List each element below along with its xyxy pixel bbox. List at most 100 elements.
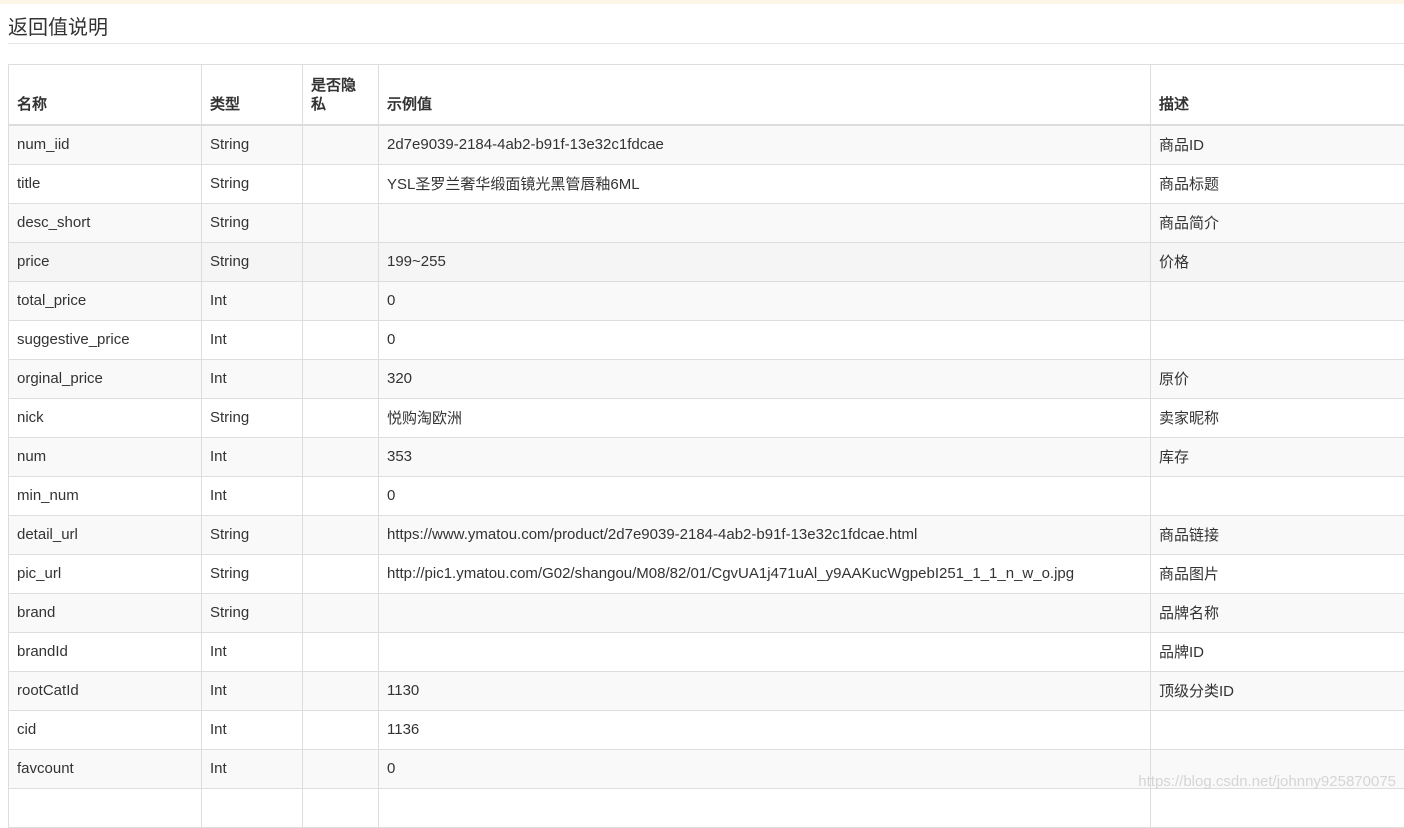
cell-desc — [1151, 788, 1404, 827]
cell-type: Int — [202, 749, 303, 788]
cell-type: String — [202, 515, 303, 554]
cell-private — [303, 476, 379, 515]
cell-desc: 商品标题 — [1151, 164, 1404, 203]
table-row: orginal_priceInt320原价 — [9, 359, 1404, 398]
cell-example — [379, 632, 1151, 671]
cell-desc: 商品图片 — [1151, 554, 1404, 593]
table-row: priceString199~255价格 — [9, 242, 1404, 281]
cell-private — [303, 359, 379, 398]
cell-type: Int — [202, 671, 303, 710]
header-name: 名称 — [9, 65, 202, 125]
cell-private — [303, 515, 379, 554]
cell-type: Int — [202, 710, 303, 749]
table-row: pic_urlStringhttp://pic1.ymatou.com/G02/… — [9, 554, 1404, 593]
cell-private — [303, 788, 379, 827]
table-row: rootCatIdInt1130顶级分类ID — [9, 671, 1404, 710]
cell-desc — [1151, 476, 1404, 515]
cell-name: rootCatId — [9, 671, 202, 710]
cell-private — [303, 164, 379, 203]
cell-type: String — [202, 203, 303, 242]
table-body: num_iidString2d7e9039-2184-4ab2-b91f-13e… — [9, 125, 1404, 828]
cell-private — [303, 125, 379, 165]
header-type: 类型 — [202, 65, 303, 125]
cell-example — [379, 593, 1151, 632]
table-header-row: 名称 类型 是否隐私 示例值 描述 — [9, 65, 1404, 125]
cell-type: String — [202, 164, 303, 203]
cell-type: Int — [202, 632, 303, 671]
cell-example: 1130 — [379, 671, 1151, 710]
cell-desc: 原价 — [1151, 359, 1404, 398]
cell-name: brandId — [9, 632, 202, 671]
cell-example: 320 — [379, 359, 1151, 398]
cell-private — [303, 242, 379, 281]
cell-type: String — [202, 593, 303, 632]
cell-name: total_price — [9, 281, 202, 320]
cell-example: 0 — [379, 320, 1151, 359]
cell-private — [303, 203, 379, 242]
cell-private — [303, 749, 379, 788]
cell-name: min_num — [9, 476, 202, 515]
cell-example: https://www.ymatou.com/product/2d7e9039-… — [379, 515, 1151, 554]
table-row: detail_urlString https://www.ymatou.com/p… — [9, 515, 1404, 554]
cell-desc — [1151, 320, 1404, 359]
cell-example: 悦购淘欧洲 — [379, 398, 1151, 437]
cell-type: Int — [202, 320, 303, 359]
header-example: 示例值 — [379, 65, 1151, 125]
cell-private — [303, 671, 379, 710]
cell-name: favcount — [9, 749, 202, 788]
cell-type: String — [202, 242, 303, 281]
cell-desc: 品牌ID — [1151, 632, 1404, 671]
cell-example: 2d7e9039-2184-4ab2-b91f-13e32c1fdcae — [379, 125, 1151, 165]
cell-private — [303, 710, 379, 749]
table-row: titleString YSL圣罗兰奢华缎面镜光黑管唇釉6ML商品标题 — [9, 164, 1404, 203]
cell-example — [379, 203, 1151, 242]
cell-example: YSL圣罗兰奢华缎面镜光黑管唇釉6ML — [379, 164, 1151, 203]
cell-desc: 价格 — [1151, 242, 1404, 281]
top-accent-strip — [0, 0, 1404, 4]
cell-name: brand — [9, 593, 202, 632]
table-row: min_numInt 0 — [9, 476, 1404, 515]
cell-name: price — [9, 242, 202, 281]
table-row: total_priceInt 0 — [9, 281, 1404, 320]
table-row: brandIdInt 品牌ID — [9, 632, 1404, 671]
cell-name: title — [9, 164, 202, 203]
table-row: suggestive_priceInt 0 — [9, 320, 1404, 359]
cell-name: cid — [9, 710, 202, 749]
cell-desc: 商品链接 — [1151, 515, 1404, 554]
cell-type: String — [202, 125, 303, 165]
cell-name: num_iid — [9, 125, 202, 165]
header-private: 是否隐私 — [303, 65, 379, 125]
cell-type: Int — [202, 359, 303, 398]
cell-example: 0 — [379, 281, 1151, 320]
cell-private — [303, 554, 379, 593]
cell-name: nick — [9, 398, 202, 437]
cell-name: suggestive_price — [9, 320, 202, 359]
cell-example: 1136 — [379, 710, 1151, 749]
cell-desc: 商品简介 — [1151, 203, 1404, 242]
table-row: cidInt 1136 — [9, 710, 1404, 749]
cell-desc — [1151, 281, 1404, 320]
table-row: nickString悦购淘欧洲卖家昵称 — [9, 398, 1404, 437]
cell-name — [9, 788, 202, 827]
cell-example: 0 — [379, 476, 1151, 515]
table-row: numInt353库存 — [9, 437, 1404, 476]
cell-private — [303, 281, 379, 320]
cell-desc — [1151, 710, 1404, 749]
title-divider — [8, 43, 1404, 44]
cell-type: Int — [202, 437, 303, 476]
cell-example: 0 — [379, 749, 1151, 788]
cell-private — [303, 437, 379, 476]
cell-example — [379, 788, 1151, 827]
watermark: https://blog.csdn.net/johnny925870075 — [1138, 773, 1396, 790]
cell-type: Int — [202, 281, 303, 320]
cell-name: num — [9, 437, 202, 476]
cell-type: Int — [202, 476, 303, 515]
cell-private — [303, 632, 379, 671]
header-desc: 描述 — [1151, 65, 1404, 125]
table-row: desc_shortString 商品简介 — [9, 203, 1404, 242]
cell-desc: 品牌名称 — [1151, 593, 1404, 632]
cell-name: pic_url — [9, 554, 202, 593]
cell-name: detail_url — [9, 515, 202, 554]
cell-name: desc_short — [9, 203, 202, 242]
cell-type — [202, 788, 303, 827]
